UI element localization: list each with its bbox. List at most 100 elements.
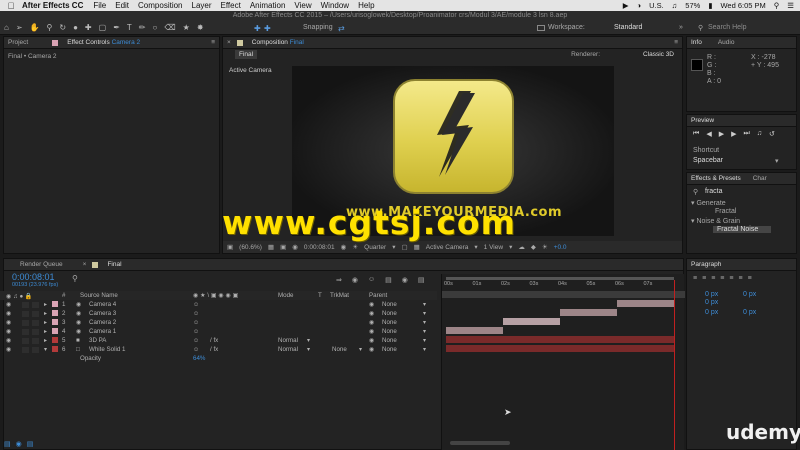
justify-all-icon[interactable]: ≡ xyxy=(748,275,752,282)
indent-first-value[interactable]: 0 px xyxy=(705,299,718,306)
solo-box[interactable] xyxy=(22,328,29,335)
frame-blend-icon[interactable]: ▤ xyxy=(385,276,392,284)
timeline-graph[interactable]: 00s 01s 02s 03s 04s 05s 06s 07s ➤ xyxy=(441,274,685,450)
tab-final[interactable]: Final xyxy=(107,261,121,268)
eye-icon[interactable]: ◉ xyxy=(6,328,11,335)
hand-tool-icon[interactable]: ✋ xyxy=(30,23,40,32)
rectangle-tool-icon[interactable]: ▢ xyxy=(99,23,107,32)
layer-bar[interactable] xyxy=(617,300,674,307)
layer-row[interactable]: ◉ ▸ 4 ◉ Camera 1 ☺ ◉ None ▾ xyxy=(0,327,437,336)
chevron-down-icon[interactable]: ▾ xyxy=(474,243,477,251)
app-menu[interactable]: After Effects CC xyxy=(22,1,83,10)
motion-blur-icon[interactable]: ◉ xyxy=(402,276,408,284)
parent-select[interactable]: None xyxy=(382,346,397,353)
expand-arrow-icon[interactable]: ▸ xyxy=(44,328,47,335)
mask-icon[interactable]: ▣ xyxy=(280,243,286,251)
layer-bar[interactable] xyxy=(446,327,503,334)
clone-tool-icon[interactable]: ○ xyxy=(152,23,157,32)
eye-icon[interactable]: ◉ xyxy=(6,301,11,308)
puppet-tool-icon[interactable]: ✸ xyxy=(197,23,204,32)
layer-row[interactable]: ◉ ▸ 5 ■ 3D PA ☺ / fx Normal ▾ ◉ None ▾ xyxy=(0,336,437,345)
search-icon[interactable]: ⚲ xyxy=(72,274,78,283)
apple-icon[interactable]:  xyxy=(0,1,22,11)
menu-edit[interactable]: Edit xyxy=(115,1,129,10)
help-search-icon[interactable]: ⚲ xyxy=(698,24,703,32)
shy-switch-icon[interactable]: ☺ xyxy=(193,346,199,353)
region-icon[interactable]: ▢ xyxy=(401,243,407,251)
lock-box[interactable] xyxy=(32,310,39,317)
zoom-tool-icon[interactable]: ⚲ xyxy=(47,23,53,32)
camera-snapshot-icon[interactable]: ◉ xyxy=(292,243,298,251)
camera-tool-icon[interactable]: ● xyxy=(73,23,78,32)
snapshot-icon[interactable]: ◉ xyxy=(341,243,347,251)
audio-icon[interactable]: ♫ xyxy=(757,130,762,138)
justify-center-icon[interactable]: ≡ xyxy=(729,275,733,282)
menu-animation[interactable]: Animation xyxy=(250,1,286,10)
mode-select[interactable]: Normal xyxy=(278,337,298,344)
layer-bar[interactable] xyxy=(446,336,674,343)
label-color-swatch[interactable] xyxy=(52,319,58,325)
justify-right-icon[interactable]: ≡ xyxy=(738,275,742,282)
draft-3d-icon[interactable]: ◉ xyxy=(352,276,358,284)
workspace-icon[interactable] xyxy=(537,25,545,31)
help-search-input[interactable]: Search Help xyxy=(708,24,747,31)
layer-bar[interactable] xyxy=(446,345,674,352)
flowchart-icon[interactable]: ◆ xyxy=(531,243,536,251)
loop-icon[interactable]: ↺ xyxy=(769,130,775,138)
time-ruler[interactable]: 00s 01s 02s 03s 04s 05s 06s 07s xyxy=(442,281,685,291)
layer-row[interactable]: ◉ ▸ 1 ◉ Camera 4 ☺ ◉ None ▾ xyxy=(0,300,437,309)
renderer-value[interactable]: Classic 3D xyxy=(643,51,674,58)
snapping-icon[interactable]: ✚ xyxy=(254,24,261,33)
workspace-value[interactable]: Standard xyxy=(614,24,642,31)
bluetooth-icon[interactable]: ▶ xyxy=(623,1,629,10)
tab-composition[interactable]: Composition Final xyxy=(252,39,304,46)
shy-switch-icon[interactable]: ☺ xyxy=(193,337,199,344)
label-color-swatch[interactable] xyxy=(52,346,58,352)
search-icon[interactable]: ⚲ xyxy=(774,1,780,10)
lock-box[interactable] xyxy=(32,319,39,326)
layer-name[interactable]: White Solid 1 xyxy=(89,346,125,353)
solo-box[interactable] xyxy=(22,301,29,308)
battery-percent[interactable]: 57% xyxy=(685,1,700,10)
tab-paragraph[interactable]: Paragraph xyxy=(691,261,721,268)
chevron-down-icon[interactable]: ▾ xyxy=(423,328,426,335)
layer-name[interactable]: Camera 4 xyxy=(89,301,116,308)
layer-row[interactable]: ◉ ▸ 2 ◉ Camera 3 ☺ ◉ None ▾ xyxy=(0,309,437,318)
camera-select[interactable]: Active Camera xyxy=(426,244,469,251)
comp-mini-flowchart-icon[interactable]: ⇒ xyxy=(336,276,342,284)
chevron-down-icon[interactable]: ▾ xyxy=(509,243,512,251)
chevron-down-icon[interactable]: ▾ xyxy=(423,301,426,308)
align-left-icon[interactable]: ≡ xyxy=(693,275,697,282)
toggle-modes-icon[interactable]: ◉ xyxy=(16,440,22,448)
lock-box[interactable] xyxy=(32,301,39,308)
shy-switch-icon[interactable]: ☺ xyxy=(193,328,199,335)
fx-switch-icon[interactable]: / fx xyxy=(210,346,218,353)
mode-select[interactable]: Normal xyxy=(278,346,298,353)
tab-character[interactable]: Char xyxy=(753,175,767,182)
lock-box[interactable] xyxy=(32,337,39,344)
menu-help[interactable]: Help xyxy=(358,1,374,10)
shortcut-select[interactable]: Spacebar xyxy=(693,157,723,164)
shy-icon[interactable]: ☺ xyxy=(368,276,375,284)
effects-search-input[interactable]: fracta xyxy=(705,188,723,195)
chevron-down-icon[interactable]: ▾ xyxy=(392,243,395,251)
channel-icon[interactable]: ☀ xyxy=(352,243,358,251)
layer-bar[interactable] xyxy=(560,309,617,316)
grid-icon[interactable]: ▦ xyxy=(268,243,274,251)
pickwhip-icon[interactable]: ◉ xyxy=(369,319,374,326)
prev-frame-icon[interactable]: ◀ xyxy=(706,130,711,138)
label-color-swatch[interactable] xyxy=(52,310,58,316)
expand-arrow-icon[interactable]: ▾ xyxy=(44,346,47,353)
first-frame-icon[interactable]: ⏮ xyxy=(693,130,699,138)
tab-render-queue[interactable]: Render Queue xyxy=(20,261,63,268)
menu-composition[interactable]: Composition xyxy=(138,1,182,10)
pickwhip-icon[interactable]: ◉ xyxy=(369,328,374,335)
group-noise-grain[interactable]: ▾ Noise & Grain xyxy=(691,217,740,225)
parent-select[interactable]: None xyxy=(382,328,397,335)
solo-box[interactable] xyxy=(22,319,29,326)
comp-timecode[interactable]: 0:00:08:01 xyxy=(304,244,335,251)
menu-view[interactable]: View xyxy=(294,1,311,10)
work-area-bar[interactable] xyxy=(446,277,674,280)
expand-arrow-icon[interactable]: ▸ xyxy=(44,310,47,317)
space-after-value[interactable]: 0 px xyxy=(743,309,756,316)
